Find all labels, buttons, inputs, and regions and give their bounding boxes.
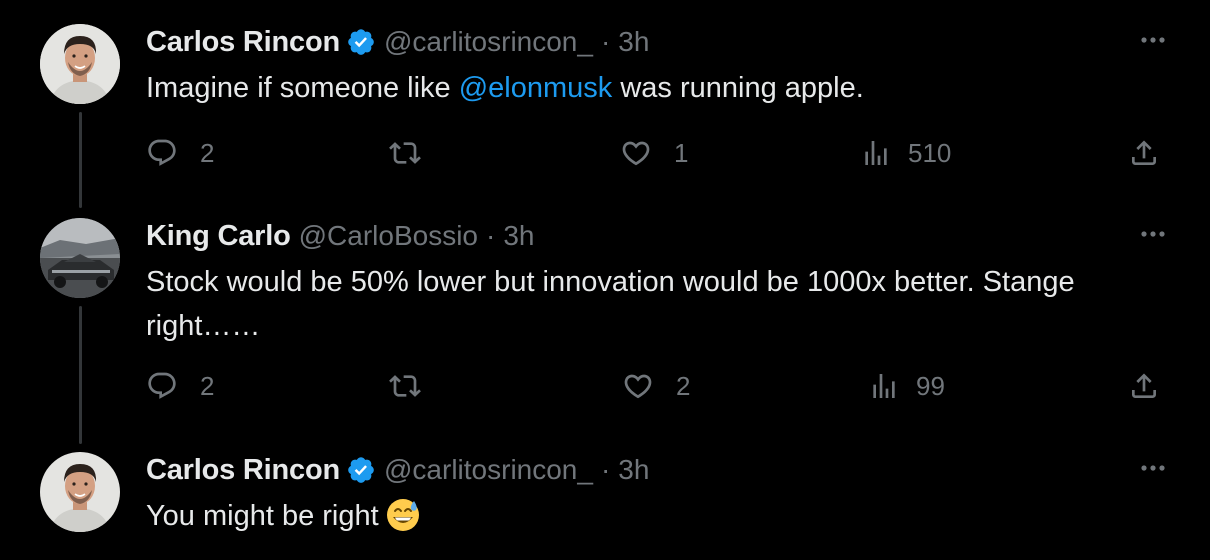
tweet-text: Imagine if someone like @elonmusk was ru…: [146, 66, 1156, 110]
profile-photo-man-icon: [40, 452, 120, 532]
separator-dot: ·: [600, 454, 611, 485]
mention-link[interactable]: @elonmusk: [459, 72, 613, 104]
avatar[interactable]: [40, 452, 120, 532]
avatar[interactable]: [40, 218, 120, 298]
display-name[interactable]: Carlos Rincon: [146, 26, 340, 59]
heart-icon: [622, 141, 650, 166]
views-bar-chart-icon: [873, 374, 895, 398]
reply-button[interactable]: 2: [146, 133, 214, 173]
tweet-thread: Carlos Rincon @carlitosrincon_ · 3h Imag…: [0, 0, 1210, 560]
retweet-icon: [389, 375, 421, 397]
share-button[interactable]: [1128, 366, 1160, 406]
views-button[interactable]: 99: [868, 366, 945, 406]
tweet[interactable]: King Carlo @CarloBossio · 3h Stock would…: [0, 218, 1210, 418]
retweet-button[interactable]: [389, 133, 421, 173]
reply-button[interactable]: 2: [146, 366, 214, 406]
like-count: 2: [676, 370, 691, 401]
avatar[interactable]: [40, 24, 120, 104]
tweet-header: Carlos Rincon @carlitosrincon_ · 3h: [146, 452, 1170, 488]
verified-badge-icon: [348, 29, 374, 55]
views-button[interactable]: 510: [860, 133, 951, 173]
verified-badge-icon: [348, 457, 374, 483]
reply-icon: [148, 372, 176, 399]
user-handle[interactable]: @CarloBossio: [299, 220, 478, 252]
retweet-icon: [389, 142, 421, 164]
tweet-text: You might be right: [146, 494, 1156, 538]
tweet-content: King Carlo @CarloBossio · 3h Stock would…: [146, 218, 1170, 348]
reply-count: 2: [200, 370, 215, 401]
reply-count: 2: [200, 137, 215, 168]
more-dots-icon: [1141, 37, 1165, 43]
tweet-text-segment: Stock would be 50% lower but innovation …: [146, 266, 1075, 342]
tweet-text: Stock would be 50% lower but innovation …: [146, 260, 1156, 348]
profile-photo-vehicle-icon: [40, 218, 120, 298]
more-options-button[interactable]: [1138, 222, 1168, 246]
tweet[interactable]: Carlos Rincon @carlitosrincon_ · 3h Imag…: [0, 24, 1210, 204]
more-dots-icon: [1141, 465, 1165, 471]
tweet-text-segment: was running apple.: [612, 72, 864, 104]
more-dots-icon: [1141, 231, 1165, 237]
tweet-text-segment: Imagine if someone like: [146, 72, 459, 104]
tweet-content: Carlos Rincon @carlitosrincon_ · 3h Imag…: [146, 24, 1170, 110]
display-name[interactable]: Carlos Rincon: [146, 454, 340, 487]
share-button[interactable]: [1128, 133, 1160, 173]
like-button[interactable]: 1: [620, 133, 688, 173]
timestamp[interactable]: 3h: [503, 220, 534, 252]
views-bar-chart-icon: [865, 141, 887, 165]
retweet-button[interactable]: [389, 366, 421, 406]
separator-dot: ·: [486, 220, 496, 251]
reply-icon: [148, 139, 176, 166]
like-button[interactable]: 2: [622, 366, 690, 406]
share-upload-icon: [1132, 373, 1156, 398]
tweet-header: Carlos Rincon @carlitosrincon_ · 3h: [146, 24, 1170, 60]
more-options-button[interactable]: [1138, 456, 1168, 480]
tweet-actions: 2 2 99: [0, 366, 1210, 406]
timestamp[interactable]: 3h: [618, 26, 649, 58]
tweet-actions: 2 1 510: [0, 133, 1210, 173]
tweet[interactable]: Carlos Rincon @carlitosrincon_ · 3h You …: [0, 452, 1210, 552]
timestamp[interactable]: 3h: [618, 454, 649, 486]
tweet-text-segment: You might be right: [146, 500, 379, 532]
display-name[interactable]: King Carlo: [146, 220, 291, 253]
user-handle[interactable]: @carlitosrincon_: [384, 26, 593, 58]
more-options-button[interactable]: [1138, 28, 1168, 52]
view-count: 510: [908, 137, 952, 168]
user-handle[interactable]: @carlitosrincon_: [384, 454, 593, 486]
heart-icon: [624, 374, 652, 399]
tweet-header: King Carlo @CarloBossio · 3h: [146, 218, 1170, 254]
tweet-content: Carlos Rincon @carlitosrincon_ · 3h You …: [146, 452, 1170, 538]
share-upload-icon: [1132, 140, 1156, 165]
view-count: 99: [916, 370, 945, 401]
grinning-face-with-sweat-emoji-icon: [386, 499, 419, 531]
separator-dot: ·: [600, 26, 611, 57]
profile-photo-man-icon: [40, 24, 120, 104]
like-count: 1: [674, 137, 689, 168]
